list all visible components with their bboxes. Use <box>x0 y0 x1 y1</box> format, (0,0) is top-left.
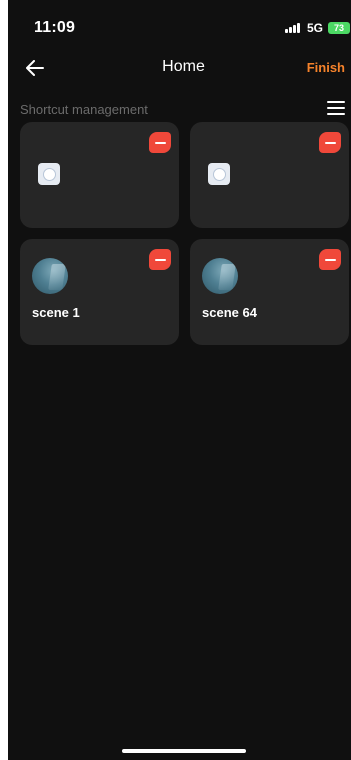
shortcut-card-scene-64[interactable]: scene 64 <box>190 239 349 345</box>
section-title: Shortcut management <box>20 102 148 117</box>
hamburger-menu-icon[interactable] <box>327 100 345 116</box>
status-time: 11:09 <box>34 19 76 36</box>
remove-shortcut-button[interactable] <box>149 132 171 153</box>
thermostat-dial-icon <box>208 163 230 185</box>
finish-button[interactable]: Finish <box>307 60 345 75</box>
network-type-label: 5G <box>306 21 323 35</box>
shortcut-card-device-1[interactable] <box>20 122 179 228</box>
cellular-signal-icon <box>284 23 300 33</box>
home-indicator[interactable] <box>121 749 246 753</box>
remove-shortcut-button[interactable] <box>149 249 171 270</box>
battery-level: 73 <box>333 23 344 33</box>
shortcut-grid: scene 1 scene 64 <box>20 122 349 345</box>
battery-icon: 73 <box>328 22 350 34</box>
scene-avatar <box>202 258 238 294</box>
remove-shortcut-button[interactable] <box>319 249 341 270</box>
phone-screen: 11:09 5G 73 Home Finish Shortcut managem… <box>8 0 351 760</box>
status-bar: 11:09 5G 73 <box>8 0 351 56</box>
navigation-bar: Home Finish <box>8 54 351 82</box>
minus-icon <box>154 141 166 144</box>
minus-icon <box>154 258 166 261</box>
shortcut-card-device-2[interactable] <box>190 122 349 228</box>
minus-icon <box>324 258 336 261</box>
section-header: Shortcut management <box>8 100 351 120</box>
scene-avatar <box>32 258 68 294</box>
scene-label: scene 1 <box>32 305 80 320</box>
page-title: Home <box>162 58 205 75</box>
minus-icon <box>324 141 336 144</box>
thermostat-dial-icon <box>38 163 60 185</box>
scene-label: scene 64 <box>202 305 257 320</box>
remove-shortcut-button[interactable] <box>319 132 341 153</box>
shortcut-card-scene-1[interactable]: scene 1 <box>20 239 179 345</box>
status-indicators: 5G 73 <box>284 21 350 35</box>
